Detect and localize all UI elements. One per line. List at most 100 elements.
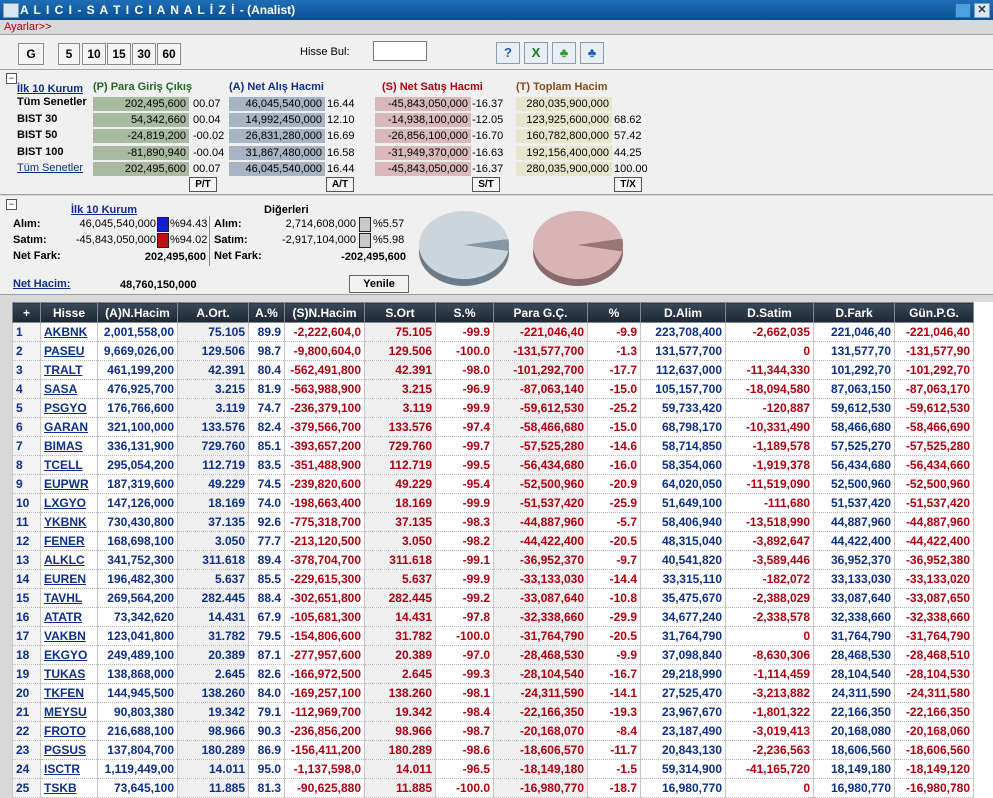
period-button-30[interactable]: 30 [132, 43, 156, 65]
stock-symbol-link[interactable]: LXGYO [40, 493, 98, 513]
stock-symbol-link[interactable]: FENER [40, 531, 98, 551]
stock-symbol-link[interactable]: GARAN [40, 417, 98, 437]
sort-pt-button[interactable]: P/T [189, 177, 217, 192]
period-button-g[interactable]: G [18, 43, 44, 65]
column-header-a-pct[interactable]: A.% [248, 302, 285, 323]
table-row[interactable]: 21 MEYSU 90,803,380 19.342 79.1 -112,969,700 1… [12, 702, 974, 722]
refresh-button[interactable]: Yenile [349, 275, 409, 293]
stock-symbol-link[interactable]: TRALT [40, 360, 98, 380]
column-header-hisse[interactable]: Hisse [40, 302, 98, 323]
table-cell-gun-pg: -36,952,380 [894, 550, 974, 570]
table-row[interactable]: 20 TKFEN 144,945,500 138.260 84.0 -169,257,10… [12, 683, 974, 703]
stock-symbol-link[interactable]: BIMAS [40, 436, 98, 456]
stock-symbol-link[interactable]: MEYSU [40, 702, 98, 722]
top10-link-2[interactable]: İlk 10 Kurum [71, 204, 137, 216]
sort-at-button[interactable]: A/T [326, 177, 354, 192]
sort-st-button[interactable]: S/T [472, 177, 500, 192]
top10-satim-pct: %94.02 [170, 234, 208, 246]
table-row[interactable]: 12 FENER 168,698,100 3.050 77.7 -213,120,500 3… [12, 531, 974, 551]
network-icon[interactable]: ♣ [580, 42, 604, 64]
column-header-para-gc[interactable]: Para G.Ç. [493, 302, 588, 323]
column-header-pct[interactable]: % [587, 302, 641, 323]
window-menu-icon[interactable] [3, 3, 19, 18]
stock-symbol-link[interactable]: YKBNK [40, 512, 98, 532]
table-cell-a-n-hacim: 138,868,000 [97, 664, 178, 684]
table-cell-a-ort: 282.445 [177, 588, 249, 608]
column-header-s-n-hacim[interactable]: (S)N.Hacim [284, 302, 365, 323]
table-row[interactable]: 18 EKGYO 249,489,100 20.389 87.1 -277,957,600… [12, 645, 974, 665]
table-cell-d-satim: -182,072 [725, 569, 814, 589]
table-row[interactable]: 25 TSKB 73,645,100 11.885 81.3 -90,625,880 11.… [12, 778, 974, 798]
period-button-5[interactable]: 5 [58, 43, 80, 65]
table-row[interactable]: 4 SASA 476,925,700 3.215 81.9 -563,988,900 3.2… [12, 379, 974, 399]
stock-symbol-link[interactable]: FROTO [40, 721, 98, 741]
table-row[interactable]: 14 EUREN 196,482,300 5.637 85.5 -229,615,300 5… [12, 569, 974, 589]
column-header-gun-pg[interactable]: Gün.P.G. [894, 302, 974, 323]
period-button-60[interactable]: 60 [157, 43, 181, 65]
table-row[interactable]: 13 ALKLC 341,752,300 311.618 89.4 -378,704,70… [12, 550, 974, 570]
column-header-expand[interactable]: + [12, 302, 41, 323]
stock-symbol-link[interactable]: ATATR [40, 607, 98, 627]
table-cell-a-n-hacim: 2,001,558,00 [97, 322, 178, 342]
stock-symbol-link[interactable]: TKFEN [40, 683, 98, 703]
stock-symbol-link[interactable]: TSKB [40, 778, 98, 798]
stock-symbol-link[interactable]: ALKLC [40, 550, 98, 570]
help-icon[interactable]: ? [496, 42, 520, 64]
users-icon[interactable]: ♣ [552, 42, 576, 64]
table-row[interactable]: 2 PASEU 9,669,026,00 129.506 98.7 -9,800,604,… [12, 341, 974, 361]
table-row[interactable]: 9 EUPWR 187,319,600 49.229 74.5 -239,820,600 4… [12, 474, 974, 494]
table-row[interactable]: 24 ISCTR 1,119,449,00 14.011 95.0 -1,137,598,… [12, 759, 974, 779]
stock-symbol-link[interactable]: AKBNK [40, 322, 98, 342]
summary-row-link[interactable]: Tüm Senetler [17, 162, 83, 174]
column-header-a-n-hacim[interactable]: (A)N.Hacim [97, 302, 178, 323]
column-header-d-satim[interactable]: D.Satim [725, 302, 814, 323]
stock-symbol-link[interactable]: VAKBN [40, 626, 98, 646]
table-row[interactable]: 17 VAKBN 123,041,800 31.782 79.5 -154,806,600… [12, 626, 974, 646]
collapse-distribution-icon[interactable]: − [6, 199, 17, 210]
top10-link[interactable]: İlk 10 Kurum [17, 83, 83, 95]
para-pct: 00.07 [193, 98, 221, 110]
stock-symbol-link[interactable]: TCELL [40, 455, 98, 475]
stock-symbol-link[interactable]: EUREN [40, 569, 98, 589]
stock-symbol-link[interactable]: EKGYO [40, 645, 98, 665]
table-row[interactable]: 16 ATATR 73,342,620 14.431 67.9 -105,681,300 1… [12, 607, 974, 627]
table-cell-s-n-hacim: -562,491,800 [284, 360, 365, 380]
stock-symbol-link[interactable]: PASEU [40, 341, 98, 361]
stock-symbol-link[interactable]: PSGYO [40, 398, 98, 418]
stock-symbol-link[interactable]: SASA [40, 379, 98, 399]
column-header-d-alim[interactable]: D.Alim [640, 302, 726, 323]
table-row[interactable]: 6 GARAN 321,100,000 133.576 82.4 -379,566,700… [12, 417, 974, 437]
table-row[interactable]: 15 TAVHL 269,564,200 282.445 88.4 -302,651,80… [12, 588, 974, 608]
period-button-10[interactable]: 10 [82, 43, 106, 65]
excel-icon[interactable]: X [524, 42, 548, 64]
settings-link[interactable]: Ayarlar>> [4, 21, 52, 33]
table-row[interactable]: 23 PGSUS 137,804,700 180.289 86.9 -156,411,20… [12, 740, 974, 760]
table-row[interactable]: 22 FROTO 216,688,100 98.966 90.3 -236,856,200… [12, 721, 974, 741]
stock-symbol-link[interactable]: TUKAS [40, 664, 98, 684]
table-row[interactable]: 19 TUKAS 138,868,000 2.645 82.6 -166,972,500 2… [12, 664, 974, 684]
column-header-a-ort[interactable]: A.Ort. [177, 302, 249, 323]
table-row[interactable]: 5 PSGYO 176,766,600 3.119 74.7 -236,379,100 3.… [12, 398, 974, 418]
table-row[interactable]: 8 TCELL 295,054,200 112.719 83.5 -351,488,900… [12, 455, 974, 475]
stock-symbol-link[interactable]: PGSUS [40, 740, 98, 760]
table-row[interactable]: 11 YKBNK 730,430,800 37.135 92.6 -775,318,700… [12, 512, 974, 532]
stock-symbol-link[interactable]: TAVHL [40, 588, 98, 608]
table-row[interactable]: 7 BIMAS 336,131,900 729.760 85.1 -393,657,200… [12, 436, 974, 456]
table-row[interactable]: 1 AKBNK 2,001,558,00 75.105 89.9 -2,222,604,0… [12, 322, 974, 342]
twitter-icon[interactable] [955, 3, 971, 18]
search-input[interactable] [373, 41, 427, 61]
table-cell-s-ort: 133.576 [364, 417, 436, 437]
collapse-summary-icon[interactable]: − [6, 73, 17, 84]
column-header-s-ort[interactable]: S.Ort [364, 302, 436, 323]
table-row[interactable]: 3 TRALT 461,199,200 42.391 80.4 -562,491,800 4… [12, 360, 974, 380]
column-header-s-pct[interactable]: S.% [435, 302, 494, 323]
stock-symbol-link[interactable]: ISCTR [40, 759, 98, 779]
table-cell-para-gc: -31,764,790 [493, 626, 588, 646]
table-row[interactable]: 10 LXGYO 147,126,000 18.169 74.0 -198,663,400… [12, 493, 974, 513]
buy-color-swatch [157, 217, 169, 232]
sort-tx-button[interactable]: T/X [614, 177, 642, 192]
stock-symbol-link[interactable]: EUPWR [40, 474, 98, 494]
close-icon[interactable]: ✕ [974, 3, 990, 18]
period-button-15[interactable]: 15 [107, 43, 131, 65]
column-header-d-fark[interactable]: D.Fark [813, 302, 895, 323]
